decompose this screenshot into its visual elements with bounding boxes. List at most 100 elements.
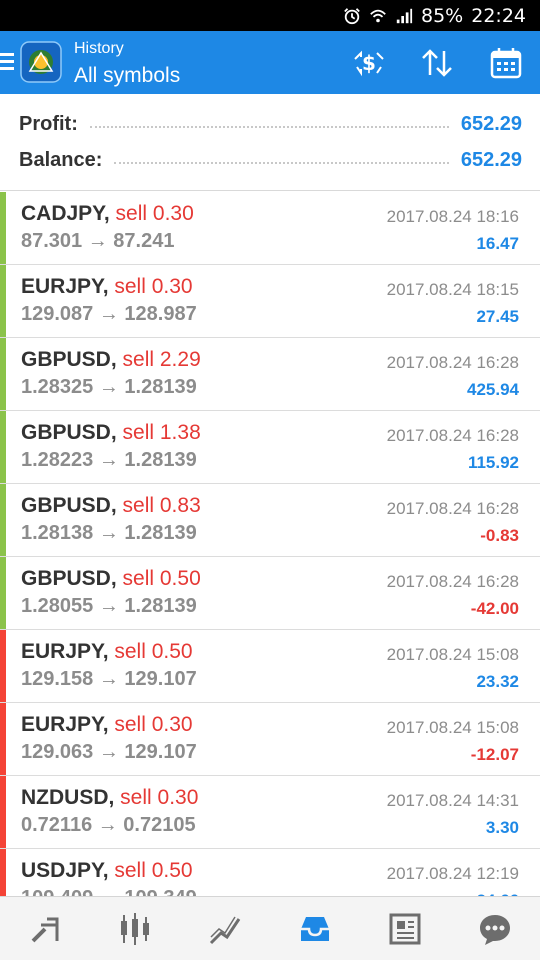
trade-time: 2017.08.24 15:08 [386,718,519,737]
balance-label: Balance: [19,148,103,171]
page-title: History [74,40,124,57]
trade-time: 2017.08.24 12:19 [386,864,519,883]
trade-symbol: GBPUSD [21,494,111,517]
comma-separator: , [110,348,123,371]
quotes-icon [31,917,59,942]
trade-time: 2017.08.24 16:28 [386,499,519,518]
nav-chart[interactable] [90,897,180,960]
nav-history[interactable] [270,897,360,960]
comma-separator: , [103,202,116,225]
trade-side-volume: sell 0.30 [120,786,199,809]
trade-side-volume: sell 0.50 [122,567,201,590]
trade-status-bar [0,703,6,775]
trade-side-volume: sell 0.50 [114,640,193,663]
trade-side-volume: sell 0.50 [114,859,193,882]
trade-profit: 27.45 [476,307,519,326]
chart-icon [121,912,149,945]
trade-time: 2017.08.24 16:28 [386,353,519,372]
trade-prices: 1.28138 → 1.28139 [21,522,197,544]
app-logo[interactable] [20,41,62,83]
trade-row[interactable]: NZDUSD, sell 0.30 0.72116 → 0.72105 2017… [0,776,540,849]
trade-time: 2017.08.24 16:28 [386,426,519,445]
summary-panel: Profit: 652.29 Balance: 652.29 [0,94,540,191]
symbol-filter[interactable]: All symbols [74,64,180,88]
nav-news[interactable] [360,897,450,960]
dotted-leader [89,126,449,128]
battery-level: 85% [421,4,464,27]
comma-separator: , [110,421,123,444]
trade-row[interactable]: GBPUSD, sell 0.50 1.28055 → 1.28139 2017… [0,557,540,630]
trade-status-bar [0,630,6,702]
trade-symbol: CADJPY [21,202,104,225]
trade-symbol: GBPUSD [21,567,111,590]
trade-header: GBPUSD, sell 0.83 [21,494,201,518]
comma-separator: , [102,275,115,298]
trade-row[interactable]: CADJPY, sell 0.30 87.301 → 87.241 2017.0… [0,192,540,265]
trade-header: EURJPY, sell 0.50 [21,640,193,664]
trade-symbol: NZDUSD [21,786,109,809]
calendar-icon[interactable] [488,45,524,81]
trade-profit: 3.30 [485,818,519,837]
trade-status-bar [0,849,6,896]
trade-row[interactable]: GBPUSD, sell 2.29 1.28325 → 1.28139 2017… [0,338,540,411]
trade-prices: 1.28055 → 1.28139 [21,595,197,617]
trade-status-bar [0,338,6,410]
trade-prices: 129.087 → 128.987 [21,303,197,325]
dotted-leader [114,162,449,164]
trade-status-bar [0,557,6,629]
trade-time: 2017.08.24 16:28 [386,572,519,591]
trade-prices: 1.28223 → 1.28139 [21,449,197,471]
trade-header: EURJPY, sell 0.30 [21,713,193,737]
profit-row: Profit: 652.29 [19,111,522,137]
trade-row[interactable]: USDJPY, sell 0.50 109.409 → 109.349 2017… [0,849,540,896]
trade-symbol: USDJPY [21,859,103,882]
profit-label: Profit: [19,112,78,135]
trade-profit: 16.47 [476,234,519,253]
trade-header: EURJPY, sell 0.30 [21,275,193,299]
chat-icon [480,914,510,945]
trade-prices: 87.301 → 87.241 [21,230,175,252]
balance-value: 652.29 [460,148,522,171]
trade-row[interactable]: EURJPY, sell 0.30 129.087 → 128.987 2017… [0,265,540,338]
trade-time: 2017.08.24 18:16 [386,207,519,226]
trade-row[interactable]: EURJPY, sell 0.50 129.158 → 129.107 2017… [0,630,540,703]
trade-profit: 23.32 [476,672,519,691]
signal-icon [396,8,413,23]
comma-separator: , [110,494,123,517]
trade-profit: -0.83 [480,526,519,545]
comma-separator: , [102,640,115,663]
trade-status-bar [0,265,6,337]
status-bar: 85% 22:24 [0,0,540,31]
trade-prices: 0.72116 → 0.72105 [21,814,196,836]
trade-profit: -42.00 [470,599,519,618]
trade-row[interactable]: GBPUSD, sell 1.38 1.28223 → 1.28139 2017… [0,411,540,484]
profit-value: 652.29 [460,112,522,135]
status-time: 22:24 [471,4,526,27]
nav-chat[interactable] [450,897,540,960]
trade-row[interactable]: EURJPY, sell 0.30 129.063 → 129.107 2017… [0,703,540,776]
nav-trade[interactable] [180,897,270,960]
trade-status-bar [0,411,6,483]
svg-text:$: $ [362,51,376,75]
trade-status-bar [0,776,6,848]
trade-status-bar [0,192,6,264]
trade-history-list[interactable]: CADJPY, sell 0.30 87.301 → 87.241 2017.0… [0,192,540,896]
menu-icon[interactable] [0,53,14,73]
bottom-navigation [0,896,540,960]
trade-row[interactable]: GBPUSD, sell 0.83 1.28138 → 1.28139 2017… [0,484,540,557]
trade-icon [209,916,241,944]
trade-header: USDJPY, sell 0.50 [21,859,193,883]
trade-profit: -12.07 [470,745,519,764]
trade-side-volume: sell 0.30 [115,202,194,225]
trade-side-volume: sell 2.29 [122,348,201,371]
trade-side-volume: sell 0.83 [122,494,201,517]
trade-profit: 115.92 [467,453,519,472]
sort-icon[interactable] [419,45,455,81]
trade-profit: 425.94 [467,380,519,399]
trade-symbol: EURJPY [21,640,103,663]
nav-quotes[interactable] [0,897,90,960]
trade-time: 2017.08.24 18:15 [386,280,519,299]
trade-prices: 109.409 → 109.349 [21,887,197,896]
trade-side-volume: sell 0.30 [114,275,193,298]
currency-exchange-icon[interactable]: $ [351,45,387,81]
